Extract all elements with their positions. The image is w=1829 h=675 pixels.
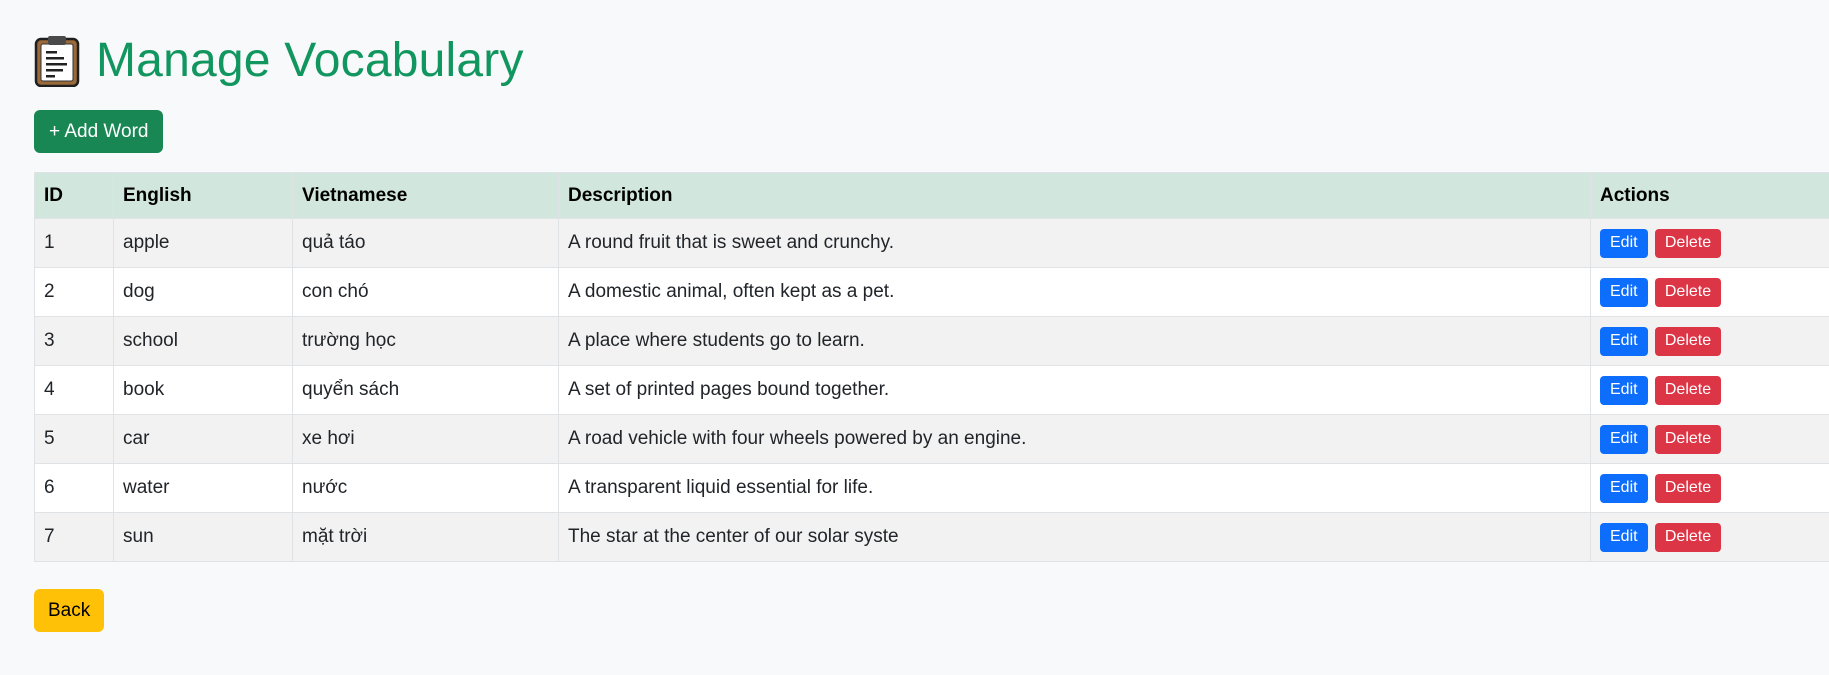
cell-actions: Edit Delete [1590, 267, 1829, 317]
cell-description: A set of printed pages bound together. [558, 365, 1591, 415]
cell-english: apple [113, 218, 293, 268]
cell-description: A transparent liquid essential for life. [558, 463, 1591, 513]
edit-button[interactable]: Edit [1600, 424, 1648, 454]
vocabulary-table: ID English Vietnamese Description Action… [34, 172, 1829, 562]
edit-button[interactable]: Edit [1600, 326, 1648, 356]
cell-vietnamese: mặt trời [292, 512, 559, 562]
cell-english: car [113, 414, 293, 464]
delete-button[interactable]: Delete [1654, 277, 1722, 307]
delete-button[interactable]: Delete [1654, 424, 1722, 454]
table-row: 7 sun mặt trời The star at the center of… [34, 512, 1829, 562]
table-header-row: ID English Vietnamese Description Action… [34, 172, 1829, 219]
cell-vietnamese: xe hơi [292, 414, 559, 464]
column-header-english: English [113, 172, 293, 219]
delete-button[interactable]: Delete [1654, 522, 1722, 552]
cell-english: dog [113, 267, 293, 317]
cell-id: 2 [34, 267, 114, 317]
cell-id: 1 [34, 218, 114, 268]
table-row: 5 car xe hơi A road vehicle with four wh… [34, 414, 1829, 464]
table-row: 4 book quyển sách A set of printed pages… [34, 365, 1829, 415]
delete-button[interactable]: Delete [1654, 326, 1722, 356]
vocabulary-page: Manage Vocabulary + Add Word ID English … [0, 0, 1829, 675]
clipboard-icon [34, 36, 80, 87]
cell-vietnamese: quả táo [292, 218, 559, 268]
edit-button[interactable]: Edit [1600, 228, 1648, 258]
cell-description: A road vehicle with four wheels powered … [558, 414, 1591, 464]
delete-button[interactable]: Delete [1654, 228, 1722, 258]
cell-english: book [113, 365, 293, 415]
cell-vietnamese: con chó [292, 267, 559, 317]
edit-button[interactable]: Edit [1600, 277, 1648, 307]
cell-vietnamese: quyển sách [292, 365, 559, 415]
edit-button[interactable]: Edit [1600, 375, 1648, 405]
table-row: 3 school trường học A place where studen… [34, 316, 1829, 366]
column-header-description: Description [558, 172, 1591, 219]
table-row: 2 dog con chó A domestic animal, often k… [34, 267, 1829, 317]
cell-english: sun [113, 512, 293, 562]
cell-description: A domestic animal, often kept as a pet. [558, 267, 1591, 317]
edit-button[interactable]: Edit [1600, 522, 1648, 552]
column-header-actions: Actions [1590, 172, 1829, 219]
cell-id: 5 [34, 414, 114, 464]
column-header-vietnamese: Vietnamese [292, 172, 559, 219]
cell-english: water [113, 463, 293, 513]
cell-id: 7 [34, 512, 114, 562]
page-header: Manage Vocabulary [34, 34, 1829, 88]
add-word-button[interactable]: + Add Word [34, 110, 164, 153]
cell-actions: Edit Delete [1590, 316, 1829, 366]
table-row: 1 apple quả táo A round fruit that is sw… [34, 218, 1829, 268]
cell-english: school [113, 316, 293, 366]
vocabulary-table-container: ID English Vietnamese Description Action… [34, 172, 1829, 562]
column-header-id: ID [34, 172, 114, 219]
edit-button[interactable]: Edit [1600, 473, 1648, 503]
delete-button[interactable]: Delete [1654, 375, 1722, 405]
delete-button[interactable]: Delete [1654, 473, 1722, 503]
table-row: 6 water nước A transparent liquid essent… [34, 463, 1829, 513]
cell-vietnamese: trường học [292, 316, 559, 366]
cell-description: A place where students go to learn. [558, 316, 1591, 366]
cell-actions: Edit Delete [1590, 414, 1829, 464]
cell-actions: Edit Delete [1590, 512, 1829, 562]
cell-id: 6 [34, 463, 114, 513]
cell-actions: Edit Delete [1590, 365, 1829, 415]
cell-actions: Edit Delete [1590, 463, 1829, 513]
cell-id: 4 [34, 365, 114, 415]
back-button[interactable]: Back [34, 589, 105, 632]
cell-id: 3 [34, 316, 114, 366]
cell-description: The star at the center of our solar syst… [558, 512, 1591, 562]
cell-description: A round fruit that is sweet and crunchy. [558, 218, 1591, 268]
page-title: Manage Vocabulary [96, 34, 524, 87]
cell-actions: Edit Delete [1590, 218, 1829, 268]
cell-vietnamese: nước [292, 463, 559, 513]
